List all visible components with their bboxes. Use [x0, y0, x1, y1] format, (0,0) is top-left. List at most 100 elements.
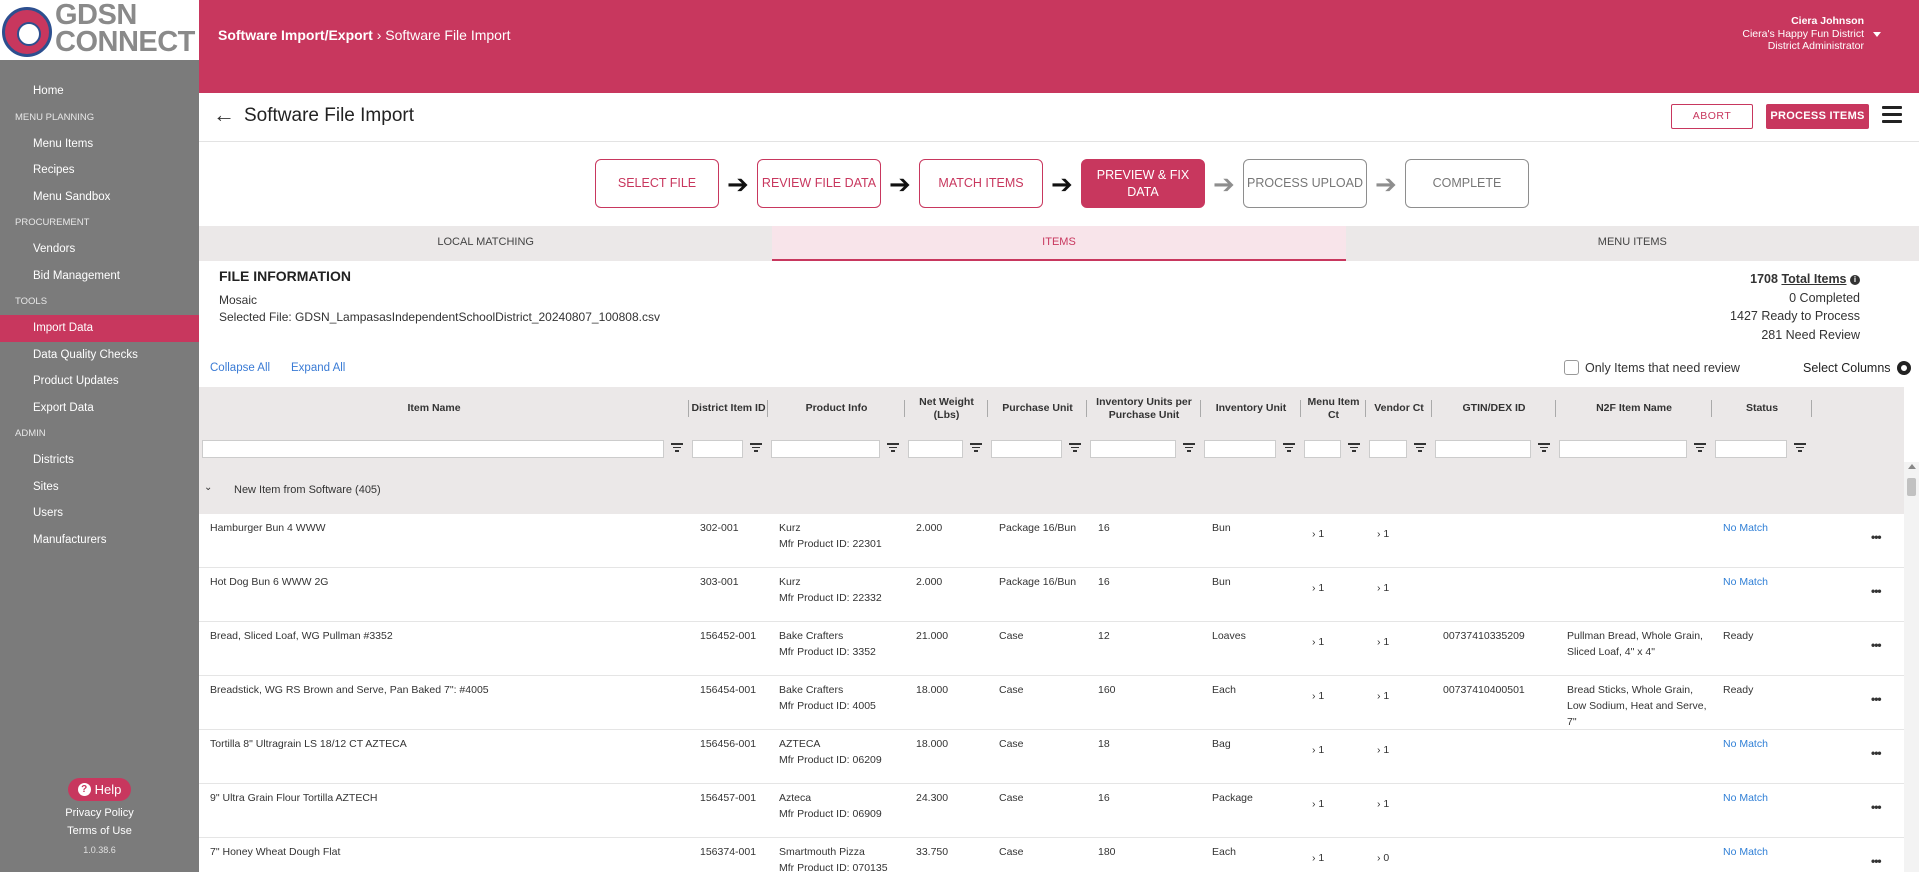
menu-item-count[interactable]: › 1 — [1312, 796, 1324, 812]
privacy-policy-link[interactable]: Privacy Policy — [0, 807, 199, 819]
column-header-net-weight[interactable]: Net Weight (Lbs) — [905, 387, 988, 430]
filter-icon[interactable] — [887, 443, 899, 453]
sidebar-item-sites[interactable]: Sites — [0, 474, 199, 501]
scroll-up-icon[interactable] — [1908, 464, 1916, 469]
column-header-inv-per-purchase[interactable]: Inventory Units per Purchase Unit — [1087, 387, 1201, 430]
menu-item-count[interactable]: › 1 — [1312, 526, 1324, 542]
vendor-count[interactable]: › 1 — [1377, 580, 1389, 596]
terms-of-use-link[interactable]: Terms of Use — [0, 825, 199, 837]
filter-input-gtin[interactable] — [1435, 440, 1531, 458]
filter-icon[interactable] — [1183, 443, 1195, 453]
filter-input-net-weight[interactable] — [908, 440, 963, 458]
table-row[interactable]: Bread, Sliced Loaf, WG Pullman #3352 1564… — [199, 622, 1904, 676]
chevron-down-icon[interactable] — [1873, 32, 1881, 37]
more-dots-icon[interactable]: ••• — [1871, 800, 1882, 814]
more-dots-icon[interactable]: ••• — [1871, 692, 1882, 706]
sidebar-item-districts[interactable]: Districts — [0, 447, 199, 474]
filter-input-menu-item-ct[interactable] — [1304, 440, 1341, 458]
table-row[interactable]: Hot Dog Bun 6 WWW 2G 303-001 Kurz Mfr Produ… — [199, 568, 1904, 622]
menu-item-count[interactable]: › 1 — [1312, 688, 1324, 704]
filter-input-inventory-unit[interactable] — [1204, 440, 1276, 458]
menu-item-count[interactable]: › 1 — [1312, 580, 1324, 596]
sidebar-item-export-data[interactable]: Export Data — [0, 395, 199, 422]
step-complete[interactable]: COMPLETE — [1405, 159, 1529, 208]
vendor-count[interactable]: › 1 — [1377, 796, 1389, 812]
table-scrollbar[interactable] — [1904, 462, 1919, 872]
filter-icon[interactable] — [671, 443, 683, 453]
status-badge[interactable]: No Match — [1723, 844, 1807, 860]
column-header-purchase-unit[interactable]: Purchase Unit — [988, 387, 1087, 430]
column-header-status[interactable]: Status — [1712, 387, 1812, 430]
more-dots-icon[interactable]: ••• — [1871, 854, 1882, 868]
filter-icon[interactable] — [1694, 443, 1706, 453]
sidebar-item-manufacturers[interactable]: Manufacturers — [0, 527, 199, 554]
abort-button[interactable]: ABORT — [1671, 104, 1753, 129]
filter-icon[interactable] — [1348, 443, 1360, 453]
filter-icon[interactable] — [750, 443, 762, 453]
menu-item-count[interactable]: › 1 — [1312, 850, 1324, 866]
column-header-district-item-id[interactable]: District Item ID — [689, 387, 768, 430]
menu-item-count[interactable]: › 1 — [1312, 634, 1324, 650]
hamburger-icon[interactable] — [1882, 106, 1902, 124]
scroll-thumb[interactable] — [1907, 478, 1916, 496]
breadcrumb-parent[interactable]: Software Import/Export — [218, 27, 373, 43]
info-icon[interactable]: i — [1850, 275, 1860, 285]
filter-icon[interactable] — [1794, 443, 1806, 453]
table-row[interactable]: Tortilla 8" Ultragrain LS 18/12 CT AZTEC… — [199, 730, 1904, 784]
tab-menu-items[interactable]: MENU ITEMS — [1346, 226, 1919, 261]
vendor-count[interactable]: › 1 — [1377, 742, 1389, 758]
sidebar-item-bid-management[interactable]: Bid Management — [0, 263, 199, 290]
group-header[interactable]: ⌄ New Item from Software (405) — [199, 466, 1904, 514]
sidebar-item-import-data[interactable]: Import Data — [0, 315, 199, 342]
menu-item-count[interactable]: › 1 — [1312, 742, 1324, 758]
total-items-link[interactable]: Total Items — [1781, 272, 1846, 286]
vendor-count[interactable]: › 1 — [1377, 688, 1389, 704]
column-header-gtin[interactable]: GTIN/DEX ID — [1432, 387, 1556, 430]
sidebar-item-users[interactable]: Users — [0, 500, 199, 527]
more-dots-icon[interactable]: ••• — [1871, 638, 1882, 652]
process-items-button[interactable]: PROCESS ITEMS — [1766, 104, 1869, 129]
more-dots-icon[interactable]: ••• — [1871, 530, 1882, 544]
arrow-left-icon[interactable]: ← — [213, 102, 235, 128]
filter-icon[interactable] — [1538, 443, 1550, 453]
column-resize-handle[interactable] — [1811, 400, 1812, 417]
sidebar-item-product-updates[interactable]: Product Updates — [0, 368, 199, 395]
filter-input-status[interactable] — [1715, 440, 1787, 458]
step-review-file-data[interactable]: REVIEW FILE DATA — [757, 159, 881, 208]
filter-input-vendor-ct[interactable] — [1369, 440, 1407, 458]
filter-input-n2f-name[interactable] — [1559, 440, 1687, 458]
sidebar-item-menu-items[interactable]: Menu Items — [0, 131, 199, 158]
status-badge[interactable]: No Match — [1723, 736, 1807, 752]
table-row[interactable]: Breadstick, WG RS Brown and Serve, Pan B… — [199, 676, 1904, 730]
vendor-count[interactable]: › 0 — [1377, 850, 1389, 866]
more-dots-icon[interactable]: ••• — [1871, 584, 1882, 598]
sidebar-item-recipes[interactable]: Recipes — [0, 157, 199, 184]
review-filter-checkbox[interactable] — [1564, 360, 1579, 375]
filter-icon[interactable] — [1069, 443, 1081, 453]
review-filter[interactable]: Only Items that need review — [1564, 360, 1740, 375]
filter-icon[interactable] — [970, 443, 982, 453]
filter-input-district-item-id[interactable] — [692, 440, 743, 458]
status-badge[interactable]: No Match — [1723, 520, 1807, 536]
filter-input-inv-per-purchase[interactable] — [1090, 440, 1176, 458]
table-row[interactable]: 7" Honey Wheat Dough Flat 156374-001 Smart… — [199, 838, 1904, 872]
column-header-inventory-unit[interactable]: Inventory Unit — [1201, 387, 1301, 430]
column-header-vendor-ct[interactable]: Vendor Ct — [1366, 387, 1432, 430]
sidebar-item-menu-sandbox[interactable]: Menu Sandbox — [0, 184, 199, 211]
column-header-menu-item-ct[interactable]: Menu Item Ct — [1301, 387, 1366, 430]
filter-input-item-name[interactable] — [202, 440, 664, 458]
logo[interactable]: GDSN CONNECT — [0, 0, 199, 60]
help-button[interactable]: ? Help — [67, 778, 132, 801]
filter-input-product-info[interactable] — [771, 440, 880, 458]
more-dots-icon[interactable]: ••• — [1871, 746, 1882, 760]
filter-icon[interactable] — [1283, 443, 1295, 453]
collapse-all-link[interactable]: Collapse All — [210, 362, 270, 374]
step-preview-fix-data[interactable]: PREVIEW & FIX DATA — [1081, 159, 1205, 208]
column-header-n2f-name[interactable]: N2F Item Name — [1556, 387, 1712, 430]
sidebar-item-vendors[interactable]: Vendors — [0, 236, 199, 263]
chevron-down-icon[interactable]: ⌄ — [204, 482, 212, 493]
expand-all-link[interactable]: Expand All — [291, 362, 345, 374]
status-badge[interactable]: No Match — [1723, 574, 1807, 590]
vendor-count[interactable]: › 1 — [1377, 634, 1389, 650]
vendor-count[interactable]: › 1 — [1377, 526, 1389, 542]
